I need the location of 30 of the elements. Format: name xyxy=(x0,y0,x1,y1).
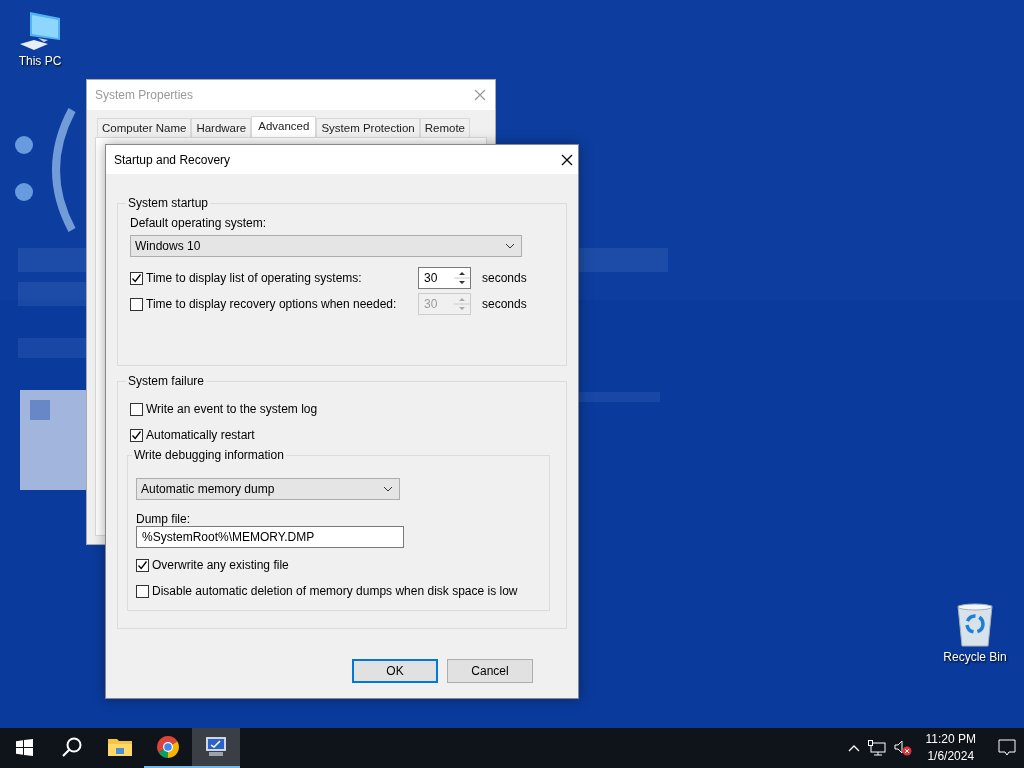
desktop-icon-label[interactable]: Recycle Bin xyxy=(943,650,1007,664)
group-label: Write debugging information xyxy=(133,448,285,462)
group-label: System startup xyxy=(127,196,210,210)
checkbox-label: Overwrite any existing file xyxy=(152,558,289,572)
input-field[interactable]: %SystemRoot%\MEMORY.DMP xyxy=(136,526,404,548)
dialog-button[interactable]: OK xyxy=(352,659,438,683)
checkbox-label: Time to display recovery options when needed: xyxy=(146,297,397,311)
checkbox-label: Automatically restart xyxy=(146,428,255,442)
field-label: Dump file: xyxy=(136,512,192,526)
dialog-button[interactable]: Cancel xyxy=(447,659,533,683)
unit-label: seconds xyxy=(482,271,526,285)
checkbox-label: Write an event to the system log xyxy=(146,402,318,416)
dialog-title: Startup and Recovery xyxy=(114,152,231,167)
clock-date[interactable]: 1/6/2024 xyxy=(927,748,975,765)
checkbox-label: Disable automatic deletion of memory dumps when disk space is low xyxy=(152,584,518,598)
clock-time[interactable]: 11:20 PM xyxy=(925,731,976,748)
tab[interactable]: Remote xyxy=(419,118,470,137)
tab[interactable]: Advanced xyxy=(251,116,317,137)
dropdown[interactable]: Automatic memory dump xyxy=(136,478,400,500)
tab[interactable]: Hardware xyxy=(191,118,252,137)
group-label: System failure xyxy=(127,374,206,388)
tab[interactable]: Computer Name xyxy=(97,118,192,137)
tab[interactable]: System Protection xyxy=(316,118,420,137)
dropdown[interactable]: Windows 10 xyxy=(130,235,522,257)
desktop-icon-label[interactable]: This PC xyxy=(18,54,62,68)
unit-label: seconds xyxy=(482,297,526,311)
checkbox-label: Time to display list of operating systems: xyxy=(146,271,362,285)
window-title: System Properties xyxy=(95,88,194,102)
spin-box[interactable]: 30 xyxy=(418,267,471,289)
field-label: Default operating system: xyxy=(130,216,268,230)
